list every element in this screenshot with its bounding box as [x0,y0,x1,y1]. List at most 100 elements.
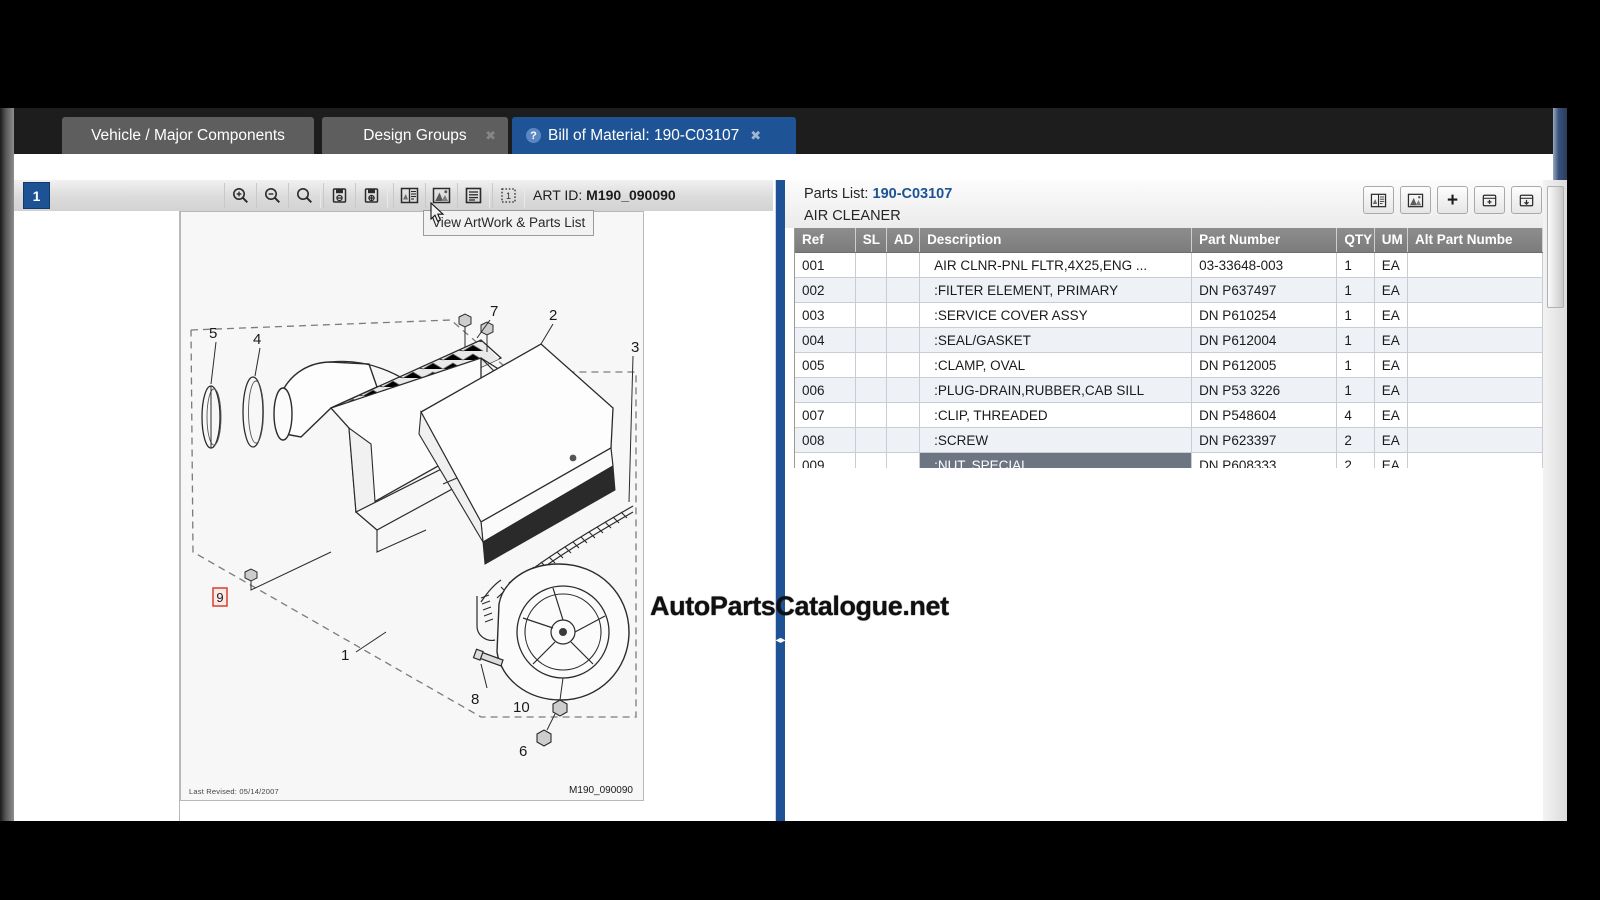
cell-qty[interactable]: 1 [1336,302,1375,328]
cell-part-number[interactable]: DN P612004 [1191,327,1338,353]
cell-part-number[interactable]: DN P637497 [1191,277,1338,303]
close-icon[interactable]: ✖ [750,128,761,144]
cell-um[interactable]: EA [1374,352,1409,378]
splitter-bar[interactable] [776,180,785,821]
zoom-in-icon[interactable] [224,183,257,208]
zoom-fit-icon[interactable] [288,183,321,208]
table-row[interactable]: 005 :CLAMP, OVAL DN P612005 1 EA [795,352,1543,378]
cell-ad[interactable] [886,302,921,328]
panel-splitter[interactable]: ◂▸ [773,180,786,821]
hotpoint-icon[interactable]: 1 [492,183,525,208]
cell-sl[interactable] [855,427,887,453]
cell-um[interactable]: EA [1374,452,1409,468]
splitter-collapse-handle[interactable]: ◂▸ [775,630,786,652]
tab-vehicle-major-components[interactable]: Vehicle / Major Components [62,117,314,154]
cell-ad[interactable] [886,377,921,403]
add-to-list-icon[interactable] [1511,186,1542,214]
cell-alt-part-number[interactable] [1407,302,1543,328]
cell-ad[interactable] [886,402,921,428]
cell-alt-part-number[interactable] [1407,452,1543,468]
cell-um[interactable]: EA [1374,252,1409,278]
table-row[interactable]: 003 :SERVICE COVER ASSY DN P610254 1 EA [795,302,1543,328]
cell-description[interactable]: :SCREW [919,427,1193,453]
view-parts-list-icon[interactable] [457,183,490,208]
cell-part-number[interactable]: DN P610254 [1191,302,1338,328]
cell-description[interactable]: :SERVICE COVER ASSY [919,302,1193,328]
table-row[interactable]: 001 AIR CLNR-PNL FLTR,4X25,ENG ... 03-3364… [795,252,1543,278]
cell-ref[interactable]: 005 [795,352,856,378]
parts-table-wrapper[interactable]: Ref SL AD Description Part Number QTY UM… [794,228,1545,468]
column-header-sl[interactable]: SL [855,228,887,253]
cell-ad[interactable] [886,427,921,453]
column-header-description[interactable]: Description [919,228,1193,253]
column-header-ad[interactable]: AD [886,228,921,253]
column-header-um[interactable]: UM [1374,228,1409,253]
save-plus-icon[interactable] [355,183,388,208]
cell-ref[interactable]: 008 [795,427,856,453]
cell-ref[interactable]: 009 [795,452,856,468]
cell-qty[interactable]: 1 [1336,327,1375,353]
cell-description[interactable]: AIR CLNR-PNL FLTR,4X25,ENG ... [919,252,1193,278]
column-header-ref[interactable]: Ref [795,228,856,253]
cell-sl[interactable] [855,302,887,328]
cell-ad[interactable] [886,352,921,378]
scrollbar-thumb[interactable] [1547,186,1564,308]
cell-sl[interactable] [855,352,887,378]
cell-description[interactable]: :PLUG-DRAIN,RUBBER,CAB SILL [919,377,1193,403]
cell-um[interactable]: EA [1374,327,1409,353]
add-icon[interactable]: + [1437,186,1468,214]
cell-part-number[interactable]: DN P623397 [1191,427,1338,453]
cell-ad[interactable] [886,277,921,303]
cell-sl[interactable] [855,277,887,303]
table-row[interactable]: 009:NUT, SPECIAL DN P608333 2 EA [795,452,1543,468]
cell-alt-part-number[interactable] [1407,427,1543,453]
artwork-sheet[interactable]: 5 4 7 2 3 1 8 10 6 9 Last Revised: 05/14… [180,211,644,801]
artwork-canvas[interactable]: 5 4 7 2 3 1 8 10 6 9 Last Revised: 05/14… [14,211,773,821]
cell-sl[interactable] [855,252,887,278]
cell-alt-part-number[interactable] [1407,402,1543,428]
add-to-order-icon[interactable] [1474,186,1505,214]
cell-description[interactable]: :FILTER ELEMENT, PRIMARY [919,277,1193,303]
cell-qty[interactable]: 1 [1336,277,1375,303]
show-parts-list-icon[interactable] [1363,186,1394,214]
cell-ref[interactable]: 002 [795,277,856,303]
cell-um[interactable]: EA [1374,302,1409,328]
zoom-out-icon[interactable] [256,183,289,208]
cell-alt-part-number[interactable] [1407,377,1543,403]
cell-part-number[interactable]: DN P612005 [1191,352,1338,378]
table-row[interactable]: 002 :FILTER ELEMENT, PRIMARY DN P637497 1 EA [795,277,1543,303]
cell-um[interactable]: EA [1374,402,1409,428]
cell-description[interactable]: :CLAMP, OVAL [919,352,1193,378]
cell-ref[interactable]: 001 [795,252,856,278]
cell-qty[interactable]: 1 [1336,352,1375,378]
cell-um[interactable]: EA [1374,277,1409,303]
table-row[interactable]: 004 :SEAL/GASKET DN P612004 1 EA [795,327,1543,353]
cell-qty[interactable]: 4 [1336,402,1375,428]
cell-description[interactable]: :SEAL/GASKET [919,327,1193,353]
cell-qty[interactable]: 1 [1336,252,1375,278]
column-header-qty[interactable]: QTY [1336,228,1375,253]
cell-sl[interactable] [855,377,887,403]
cell-part-number[interactable]: DN P53 3226 [1191,377,1338,403]
cell-um[interactable]: EA [1374,427,1409,453]
cell-ref[interactable]: 003 [795,302,856,328]
tab-design-groups[interactable]: Design Groups ✖ [322,117,508,154]
cell-alt-part-number[interactable] [1407,252,1543,278]
parts-list-title-value[interactable]: 190-C03107 [873,186,953,202]
cell-ad[interactable] [886,252,921,278]
column-header-alt-part-number[interactable]: Alt Part Numbe [1407,228,1543,253]
cell-ad[interactable] [886,452,921,468]
save-minus-icon[interactable] [323,183,356,208]
cell-part-number[interactable]: 03-33648-003 [1191,252,1338,278]
view-artwork-and-parts-list-split-icon[interactable] [393,183,426,208]
cell-description[interactable]: :NUT, SPECIAL [919,452,1193,468]
cell-alt-part-number[interactable] [1407,352,1543,378]
cell-sl[interactable] [855,327,887,353]
show-artwork-icon[interactable] [1400,186,1431,214]
cell-ref[interactable]: 004 [795,327,856,353]
cell-alt-part-number[interactable] [1407,277,1543,303]
cell-part-number[interactable]: DN P548604 [1191,402,1338,428]
cell-qty[interactable]: 2 [1336,452,1375,468]
cell-um[interactable]: EA [1374,377,1409,403]
cell-description[interactable]: :CLIP, THREADED [919,402,1193,428]
